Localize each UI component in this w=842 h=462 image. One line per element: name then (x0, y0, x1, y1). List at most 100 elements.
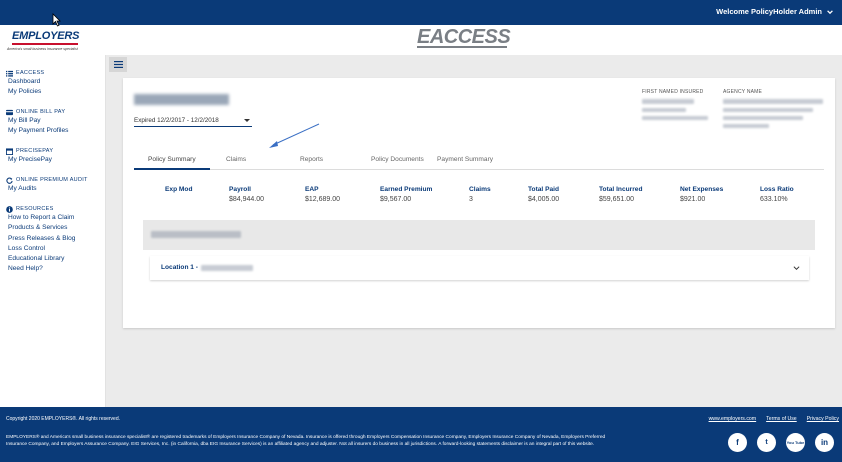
sidebar-heading: ONLINE BILL PAY (16, 109, 66, 115)
footer-link-website[interactable]: www.employers.com (709, 416, 757, 422)
stat-total-incurred: Total Incurred $59,651.00 (599, 186, 642, 203)
sidebar-link-press-releases[interactable]: Press Releases & Blog (6, 234, 75, 244)
welcome-text: Welcome PolicyHolder Admin (716, 7, 822, 16)
sidebar: EACCESS Dashboard My Policies ONLINE BIL… (0, 55, 106, 407)
sidebar-link-my-policies[interactable]: My Policies (6, 87, 44, 97)
tab-payment-summary[interactable]: Payment Summary (437, 156, 493, 163)
sidebar-section-eaccess: EACCESS Dashboard My Policies (6, 69, 44, 98)
calendar-icon (6, 147, 13, 155)
credit-card-icon (6, 109, 13, 115)
sidebar-link-dashboard[interactable]: Dashboard (6, 77, 44, 87)
agency-phone-redacted (723, 124, 769, 128)
location-accordion[interactable]: Location 1 - (150, 256, 809, 280)
logo-underline (12, 43, 78, 45)
list-icon (6, 70, 13, 77)
annotation-arrow-icon (269, 123, 320, 148)
location-label: Location 1 - (161, 264, 198, 271)
policy-number-redacted (134, 94, 229, 105)
stat-label: Total Paid (528, 186, 560, 193)
top-bar: Welcome PolicyHolder Admin (0, 0, 842, 25)
refresh-icon (6, 177, 13, 184)
stat-label: Net Expenses (680, 186, 724, 193)
sidebar-link-my-bill-pay[interactable]: My Bill Pay (6, 116, 68, 126)
stat-net-expenses: Net Expenses $921.00 (680, 186, 723, 203)
footer-link-privacy[interactable]: Privacy Policy (807, 416, 839, 422)
agency-name-label: AGENCY NAME (723, 89, 763, 95)
policy-stats: Exp Mod Payroll $84,944.00 EAP $12,689.0… (123, 186, 835, 210)
tab-reports[interactable]: Reports (300, 156, 323, 163)
stat-loss-ratio: Loss Ratio 633.10% (760, 186, 794, 203)
tab-claims[interactable]: Claims (226, 156, 246, 163)
first-named-insured-label: FIRST NAMED INSURED (642, 89, 704, 95)
info-icon (6, 205, 13, 213)
stat-value: $59,651.00 (599, 196, 635, 203)
tab-policy-documents[interactable]: Policy Documents (371, 156, 424, 163)
policy-term-value: Expired 12/2/2017 - 12/2/2018 (134, 116, 219, 124)
stat-total-paid: Total Paid $4,005.00 (528, 186, 559, 203)
facebook-icon[interactable]: f (728, 433, 747, 452)
active-tab-indicator (134, 168, 210, 170)
policy-tabs: Policy Summary Claims Reports Policy Doc… (134, 152, 824, 170)
stat-claims: Claims 3 (469, 186, 491, 203)
agency-name-redacted (723, 99, 823, 104)
location-address-redacted (201, 265, 253, 271)
sidebar-link-need-help[interactable]: Need Help? (6, 264, 75, 274)
sidebar-heading: PRECISEPAY (16, 148, 54, 154)
menu-toggle-button[interactable] (109, 57, 127, 72)
stat-label: Loss Ratio (760, 186, 794, 193)
youtube-icon[interactable]: You Tube (786, 433, 805, 452)
stat-exp-mod: Exp Mod (165, 186, 192, 196)
sidebar-link-educational-library[interactable]: Educational Library (6, 254, 75, 264)
insured-address-redacted (642, 108, 686, 112)
agency-address-redacted (723, 108, 813, 112)
sidebar-link-my-payment-profiles[interactable]: My Payment Profiles (6, 126, 68, 136)
stat-value: $84,944.00 (229, 196, 265, 203)
sidebar-link-loss-control[interactable]: Loss Control (6, 244, 75, 254)
insured-name-redacted (642, 99, 694, 104)
stat-label: Earned Premium (380, 186, 433, 193)
stat-label: Claims (469, 186, 491, 193)
twitter-icon[interactable]: t (757, 433, 776, 452)
social-links: f t You Tube in (728, 433, 834, 452)
sidebar-link-report-claim[interactable]: How to Report a Claim (6, 213, 75, 223)
legal-disclaimer: EMPLOYERS® and America's small business … (6, 435, 606, 447)
insured-name-band (143, 220, 815, 250)
stat-value: $12,689.00 (305, 196, 341, 203)
stat-label: Total Incurred (599, 186, 643, 193)
main-content: Expired 12/2/2017 - 12/2/2018 FIRST NAME… (106, 55, 842, 407)
stat-label: Payroll (229, 186, 251, 193)
chevron-down-icon[interactable] (793, 265, 800, 271)
agency-city-redacted (723, 116, 803, 120)
app-title-underline (417, 46, 507, 48)
stat-earned-premium: Earned Premium $9,567.00 (380, 186, 432, 203)
sidebar-heading: RESOURCES (16, 206, 54, 212)
tab-policy-summary[interactable]: Policy Summary (148, 156, 196, 163)
sidebar-section-precisepay: PRECISEPAY My PrecisePay (6, 147, 53, 165)
sidebar-section-online-premium-audit: ONLINE PREMIUM AUDIT My Audits (6, 176, 88, 194)
user-menu[interactable]: Welcome PolicyHolder Admin (716, 7, 834, 16)
employers-logo[interactable]: EMPLOYERS America's small business insur… (0, 25, 105, 55)
sidebar-heading: ONLINE PREMIUM AUDIT (16, 177, 88, 183)
footer-link-terms[interactable]: Terms of Use (766, 416, 797, 422)
employers-logo-text: EMPLOYERS (12, 30, 80, 42)
chevron-down-icon (827, 9, 833, 14)
sidebar-heading: EACCESS (16, 70, 45, 76)
linkedin-icon[interactable]: in (815, 433, 834, 452)
stat-value: 633.10% (760, 196, 788, 203)
stat-label: Exp Mod (165, 186, 193, 193)
stat-label: EAP (305, 186, 319, 193)
insured-name-redacted (151, 231, 241, 238)
copyright-text: Copyright 2020 EMPLOYERS®. All rights re… (6, 416, 121, 422)
sidebar-section-online-bill-pay: ONLINE BILL PAY My Bill Pay My Payment P… (6, 108, 68, 137)
sidebar-link-my-audits[interactable]: My Audits (6, 184, 88, 194)
stat-value: $921.00 (680, 196, 706, 203)
stat-payroll: Payroll $84,944.00 (229, 186, 264, 203)
footer: Copyright 2020 EMPLOYERS®. All rights re… (0, 407, 842, 462)
insured-city-redacted (642, 116, 708, 120)
sidebar-link-my-precisepay[interactable]: My PrecisePay (6, 155, 53, 165)
stat-value: $9,567.00 (380, 196, 412, 203)
logo-tagline: America's small business insurance speci… (7, 47, 78, 51)
sidebar-link-products-services[interactable]: Products & Services (6, 223, 75, 233)
sidebar-section-resources: RESOURCES How to Report a Claim Products… (6, 205, 75, 275)
policy-term-select[interactable]: Expired 12/2/2017 - 12/2/2018 (134, 114, 252, 127)
